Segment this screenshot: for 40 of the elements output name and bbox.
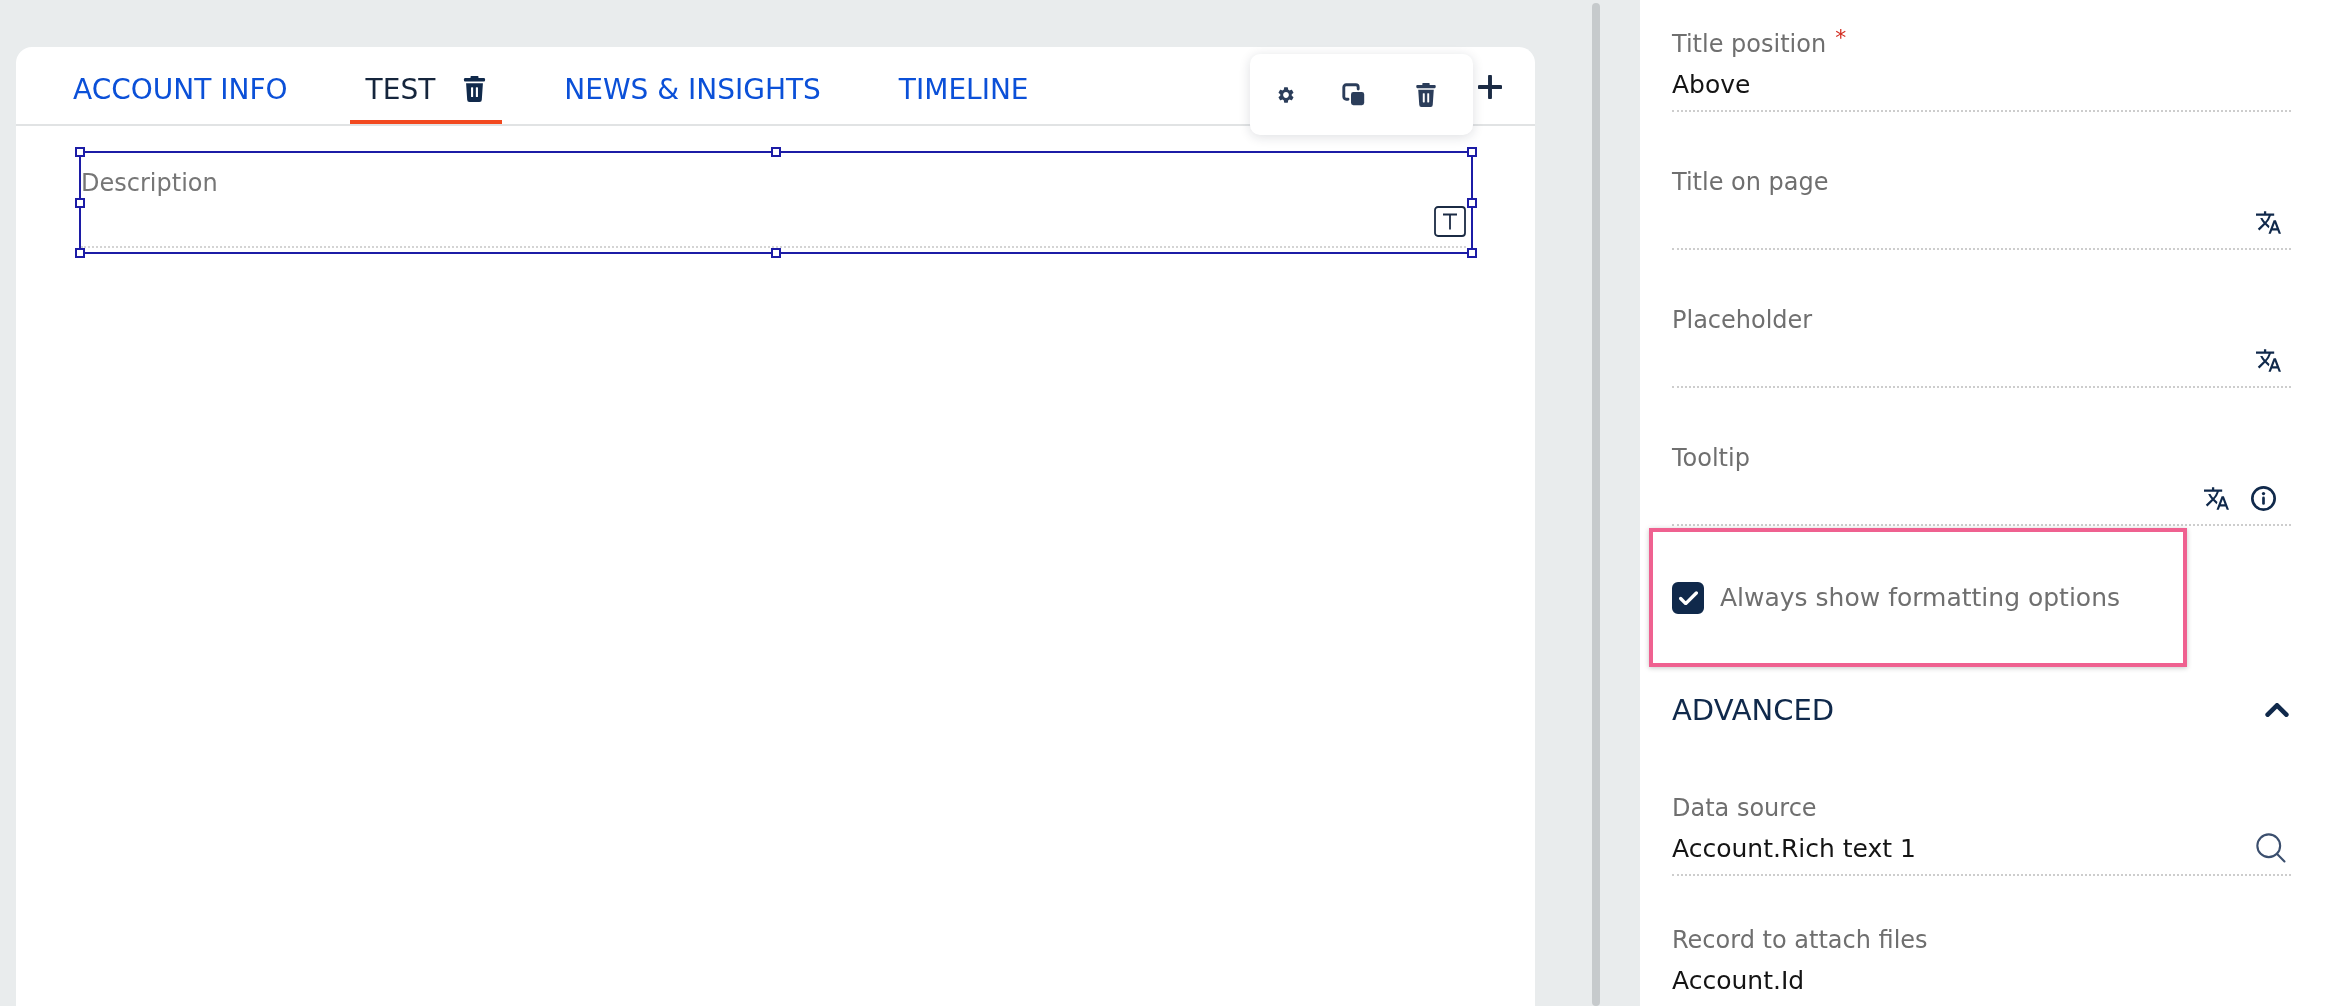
section-header[interactable]: ADVANCED bbox=[1672, 680, 2291, 740]
required-mark: * bbox=[1835, 28, 1847, 48]
tab[interactable]: NEWS & INSIGHTS bbox=[548, 47, 837, 124]
tab[interactable]: ACCOUNT INFO bbox=[57, 47, 304, 124]
checkmark-icon bbox=[1678, 590, 1698, 605]
tab[interactable]: TIMELINE bbox=[882, 47, 1045, 124]
chevron-up-icon[interactable] bbox=[2265, 703, 2289, 717]
field-label: Title on page bbox=[1672, 168, 1829, 196]
resize-handle[interactable] bbox=[75, 147, 85, 157]
field-label: Title position bbox=[1672, 30, 1827, 58]
resize-handle[interactable] bbox=[771, 147, 781, 157]
lookup-field[interactable]: Account.Rich text 1 bbox=[1672, 822, 2291, 876]
text-format-icon[interactable] bbox=[1434, 206, 1466, 237]
trash-icon[interactable] bbox=[1414, 82, 1438, 107]
field-label: Placeholder bbox=[1672, 306, 1813, 334]
scrollbar[interactable] bbox=[1592, 3, 1600, 1006]
resize-handle[interactable] bbox=[1467, 248, 1477, 258]
resize-handle[interactable] bbox=[1467, 147, 1477, 157]
settings-icon[interactable] bbox=[1278, 86, 1294, 103]
resize-handle[interactable] bbox=[771, 248, 781, 258]
translate-icon[interactable] bbox=[2256, 347, 2281, 373]
field-label: Tooltip bbox=[1672, 444, 1750, 472]
search-icon[interactable] bbox=[2256, 833, 2286, 863]
field-label: Description bbox=[81, 169, 218, 197]
checkbox-label: Always show formatting options bbox=[1720, 583, 2121, 612]
plus-icon[interactable] bbox=[1478, 75, 1502, 99]
field-label: Record to attach files bbox=[1672, 926, 1928, 954]
translate-icon[interactable] bbox=[2256, 209, 2281, 235]
resize-handle[interactable] bbox=[75, 197, 85, 208]
tab[interactable]: TEST bbox=[349, 47, 503, 124]
checkbox[interactable] bbox=[1672, 581, 1704, 614]
resize-handle[interactable] bbox=[1467, 197, 1477, 208]
trash-icon[interactable] bbox=[463, 76, 487, 102]
duplicate-icon[interactable] bbox=[1342, 82, 1366, 107]
info-icon[interactable] bbox=[2251, 485, 2276, 511]
resize-handle[interactable] bbox=[75, 248, 85, 258]
select-field[interactable]: Above bbox=[1672, 58, 2291, 112]
text-field[interactable]: Account.Id bbox=[1672, 954, 2291, 1006]
field-label: Data source bbox=[1672, 794, 1817, 822]
translate-icon[interactable] bbox=[2204, 485, 2229, 511]
